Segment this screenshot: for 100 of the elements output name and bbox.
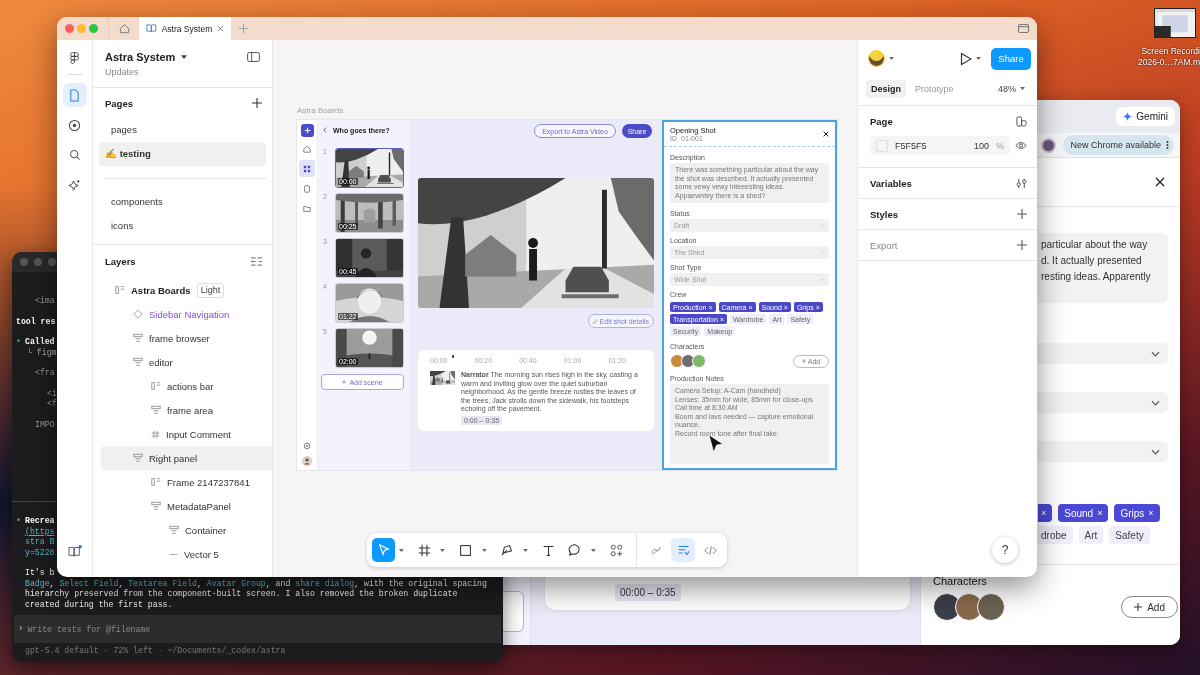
caret-icon[interactable]: [181, 55, 188, 59]
avatar-icon: [692, 354, 706, 368]
file-label[interactable]: Screen Recordi: [1141, 46, 1200, 57]
layer-item[interactable]: editor: [101, 350, 272, 374]
terminal-line: <f: [46, 399, 57, 410]
layer-item[interactable]: frame area: [101, 398, 272, 422]
file-name[interactable]: Astra System: [105, 51, 176, 63]
prompt-bar[interactable]: › Write tests for @filename: [14, 615, 501, 643]
layer-name: MetadataPanel: [167, 500, 231, 512]
terminal-line: IMPO: [34, 419, 55, 430]
link[interactable]: (https: [12, 526, 55, 537]
plus-icon[interactable]: [1017, 209, 1027, 219]
outline-button[interactable]: [503, 591, 524, 632]
home-icon[interactable]: [118, 23, 130, 34]
avatar-icon[interactable]: [302, 456, 312, 466]
caret-icon[interactable]: [399, 548, 405, 552]
tag[interactable]: ×: [1038, 504, 1053, 522]
plus-icon[interactable]: [252, 98, 262, 108]
layer-item[interactable]: Sidebar Navigation: [101, 302, 272, 326]
select-field[interactable]: [1038, 343, 1168, 364]
section-title: Variables: [870, 177, 912, 189]
profile-avatar[interactable]: [1041, 137, 1057, 153]
tag[interactable]: Art: [1078, 526, 1104, 544]
description-field[interactable]: particular about the way d. It actually presented resting ideas. Apparently: [1038, 233, 1168, 303]
layer-item[interactable]: Frame 2147237841: [101, 470, 272, 494]
page-item[interactable]: icons: [99, 214, 266, 238]
chevron-down-icon: [1151, 350, 1160, 357]
back-icon[interactable]: [323, 127, 327, 133]
rows-icon: [151, 501, 161, 511]
file-tab[interactable]: Astra System: [139, 17, 231, 40]
bullet: •: [16, 516, 22, 527]
select-field[interactable]: [1038, 392, 1168, 413]
book-icon: [146, 24, 157, 33]
gemini-button[interactable]: Gemini: [1116, 107, 1175, 126]
figma-logo-icon[interactable]: [70, 52, 79, 65]
dev-mode-icon[interactable]: [671, 538, 695, 562]
section-label: Characters: [933, 575, 988, 587]
tag[interactable]: Grips ×: [1114, 504, 1160, 522]
caret-icon[interactable]: [591, 548, 596, 552]
tag[interactable]: Safety: [1109, 526, 1150, 544]
sliders-icon[interactable]: [1016, 177, 1027, 189]
page-item[interactable]: pages: [99, 118, 266, 142]
cursor-icon[interactable]: [372, 538, 396, 562]
layer-name: Input Comment: [166, 428, 231, 440]
rows-icon: [133, 453, 143, 463]
window-layout-icon[interactable]: [1018, 24, 1029, 33]
layout-icon[interactable]: [1016, 115, 1027, 127]
more-icon: [1166, 140, 1169, 150]
panel-tab[interactable]: Design: [866, 79, 906, 98]
caret-icon[interactable]: [522, 548, 528, 552]
file-label[interactable]: 2026-0…7AM.m: [1138, 57, 1200, 68]
columns-icon: [151, 381, 161, 391]
zoom-dropdown[interactable]: 48%: [992, 82, 1031, 95]
list-icon[interactable]: [251, 257, 262, 266]
sidebar-toggle-icon[interactable]: [247, 52, 260, 62]
terminal-line: It's b: [24, 568, 55, 579]
avatar-icon[interactable]: [868, 50, 885, 67]
terminal-line: y=5228: [24, 547, 55, 558]
fill-field[interactable]: F5F5F5 100 %: [870, 136, 1010, 155]
layer-name: Container: [185, 524, 227, 536]
caret-icon[interactable]: [440, 548, 446, 552]
play-icon[interactable]: [960, 51, 972, 66]
tag[interactable]: Sound ×: [1058, 504, 1109, 522]
file-icon[interactable]: [62, 83, 87, 107]
status-line: gpt-5.4 default · 72% left · ~/Documents/_codex/astra: [24, 646, 286, 657]
layer-item[interactable]: MetadataPanel: [101, 494, 272, 518]
close-icon[interactable]: [823, 131, 829, 137]
settings-icon[interactable]: [303, 442, 311, 450]
layer-item[interactable]: Astra Boards Light: [101, 278, 272, 302]
grid-icon[interactable]: [299, 160, 315, 177]
library-icon[interactable]: [67, 545, 82, 557]
add-button[interactable]: Add: [1121, 596, 1178, 618]
layer-item[interactable]: Right panel: [101, 446, 272, 470]
update-button[interactable]: New Chrome available: [1063, 135, 1174, 155]
sparkle-icon: [1123, 112, 1133, 121]
close-icon[interactable]: [1155, 177, 1165, 187]
layer-item[interactable]: frame browser: [101, 326, 272, 350]
add-icon[interactable]: [300, 124, 314, 137]
time-range-chip: 00:00 – 0:35: [615, 584, 681, 601]
color-swatch[interactable]: [876, 139, 888, 152]
terminal-line: created during the first pass.: [24, 599, 173, 610]
tag[interactable]: drobe: [1038, 526, 1073, 544]
columns-icon: [151, 477, 161, 487]
eye-icon[interactable]: [1015, 141, 1027, 150]
bullet: •: [16, 337, 22, 348]
page-item[interactable]: ✍ testing: [99, 142, 266, 166]
layer-item[interactable]: Input Comment: [101, 422, 272, 446]
prompt-field[interactable]: Write tests for @filename: [27, 622, 501, 636]
caret-icon[interactable]: [889, 57, 894, 60]
page-item[interactable]: components: [99, 190, 266, 214]
terminal-line: <fra: [34, 368, 55, 379]
layer-item[interactable]: actions bar: [101, 374, 272, 398]
plus-icon[interactable]: [1017, 240, 1027, 250]
select-field[interactable]: [1038, 441, 1168, 462]
caret-icon[interactable]: [976, 57, 981, 60]
layer-item[interactable]: Container: [101, 518, 272, 542]
terminal-line: <i: [46, 388, 57, 399]
caret-icon[interactable]: [481, 548, 487, 552]
layer-item[interactable]: Vector 5: [101, 542, 272, 566]
help-button[interactable]: ?: [992, 537, 1018, 563]
